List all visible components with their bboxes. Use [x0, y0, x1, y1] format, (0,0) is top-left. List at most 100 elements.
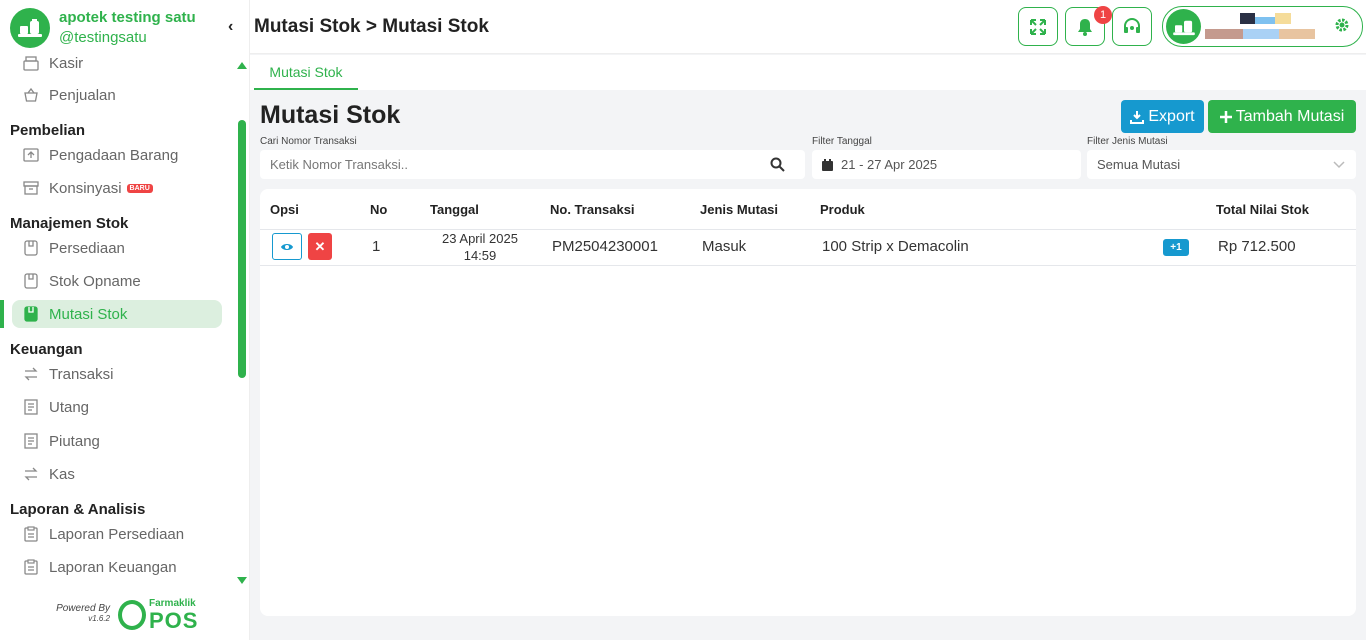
sidebar-item-stok-opname[interactable]: Stok Opname [12, 267, 222, 295]
column-header: Opsi [270, 202, 299, 217]
brand[interactable]: apotek testing satu @testingsatu [10, 8, 196, 48]
mutation-table: Opsi No Tanggal No. Transaksi Jenis Muta… [260, 189, 1356, 616]
sidebar-item-label: Kas [49, 465, 75, 483]
sidebar: apotek testing satu @testingsatu ‹ Kasir… [0, 0, 250, 640]
search-placeholder: Ketik Nomor Transaksi.. [270, 157, 408, 172]
sidebar-item-label: Utang [49, 398, 90, 416]
farmaklik-logo-icon [118, 600, 146, 630]
search-icon[interactable] [770, 157, 785, 172]
tab-mutasi-stok[interactable]: Mutasi Stok [254, 55, 358, 90]
fullscreen-button[interactable] [1018, 7, 1058, 46]
export-button[interactable]: Export [1121, 100, 1204, 133]
top-header: Mutasi Stok > Mutasi Stok 1 [250, 0, 1366, 54]
add-mutation-button[interactable]: Tambah Mutasi [1208, 100, 1356, 133]
notification-count-badge: 1 [1094, 6, 1112, 24]
header-divider [260, 229, 1356, 230]
column-header: No [370, 202, 388, 217]
sidebar-item-label: Stok Opname [49, 272, 141, 290]
column-header: No. Transaksi [550, 202, 635, 217]
store-name: apotek testing satu [59, 9, 196, 26]
date-filter-label: Filter Tanggal [812, 136, 872, 147]
sidebar-item-label: Persediaan [49, 239, 125, 257]
column-header: Produk [820, 202, 865, 217]
sidebar-item-label: Mutasi Stok [49, 305, 128, 323]
column-header: Tanggal [430, 202, 479, 217]
logo-text-bottom: POS [149, 608, 199, 633]
sidebar-item-transaksi[interactable]: Transaksi [12, 360, 222, 388]
date-filter-value: 21 - 27 Apr 2025 [841, 157, 938, 172]
row-date-time: 14:59 [463, 248, 497, 263]
close-icon: ✕ [314, 238, 326, 254]
row-total-stock-value: Rp 712.500 [1218, 238, 1296, 255]
procurement-icon [22, 146, 40, 164]
date-filter[interactable]: 21 - 27 Apr 2025 [812, 150, 1081, 179]
plus-icon [1219, 110, 1232, 123]
clipboard-icon [22, 558, 40, 576]
section-laporan-analisis: Laporan & Analisis [10, 501, 146, 518]
mutation-type-value: Semua Mutasi [1097, 157, 1181, 172]
mutation-type-select[interactable]: Semua Mutasi [1087, 150, 1356, 179]
scroll-down-arrow-icon[interactable] [237, 577, 247, 584]
sidebar-item-kasir[interactable]: Kasir [12, 52, 222, 77]
bell-icon [1078, 18, 1092, 36]
sidebar-item-label: Transaksi [49, 365, 114, 383]
cash-register-icon [22, 54, 40, 72]
stock-box-icon [22, 272, 40, 290]
farmaklik-pos-logo: Farmaklik POS [118, 598, 198, 632]
more-products-badge[interactable]: +1 [1163, 239, 1189, 256]
calendar-icon [822, 158, 833, 171]
row-no: 1 [372, 238, 381, 255]
profile-menu[interactable] [1162, 6, 1363, 47]
export-label: Export [1148, 107, 1195, 125]
sidebar-item-laporan-keuangan[interactable]: Laporan Keuangan [12, 553, 222, 581]
sidebar-scrollbar[interactable] [238, 120, 246, 378]
sidebar-item-konsinyasi[interactable]: Konsinyasi BARU [12, 174, 222, 202]
sidebar-item-label: Kasir [49, 54, 84, 72]
support-button[interactable] [1112, 7, 1152, 46]
row-date: 23 April 2025 14:59 [430, 230, 530, 264]
sidebar-item-mutasi-stok[interactable]: Mutasi Stok [12, 300, 222, 328]
store-handle: @testingsatu [59, 29, 147, 46]
search-label: Cari Nomor Transaksi [260, 136, 357, 147]
sidebar-item-label: Pengadaan Barang [49, 146, 179, 164]
column-header: Total Nilai Stok [1216, 202, 1309, 217]
download-icon [1130, 110, 1145, 124]
sidebar-item-laporan-persediaan[interactable]: Laporan Persediaan [12, 520, 222, 548]
add-mutation-label: Tambah Mutasi [1235, 107, 1345, 125]
gear-icon[interactable] [1334, 17, 1350, 33]
search-input[interactable]: Ketik Nomor Transaksi.. [260, 150, 805, 179]
section-keuangan: Keuangan [10, 341, 83, 358]
sidebar-item-penjualan[interactable]: Penjualan [12, 81, 222, 109]
type-filter-label: Filter Jenis Mutasi [1087, 136, 1168, 147]
sidebar-item-piutang[interactable]: Piutang [12, 427, 222, 455]
redacted-user-info [1205, 13, 1315, 39]
transfer-arrows-icon [22, 465, 40, 483]
stock-box-icon [22, 239, 40, 257]
sidebar-item-label: Laporan Keuangan [49, 558, 177, 576]
column-header: Jenis Mutasi [700, 202, 779, 217]
stock-box-icon [22, 305, 40, 323]
delete-button[interactable]: ✕ [308, 233, 332, 260]
sidebar-item-label: Penjualan [49, 86, 116, 104]
sidebar-item-kas[interactable]: Kas [12, 460, 222, 488]
receipt-icon [22, 432, 40, 450]
row-divider [260, 265, 1356, 266]
powered-by: Powered By v1.6.2 [50, 603, 110, 623]
notification-button[interactable]: 1 [1065, 6, 1112, 46]
scroll-up-arrow-icon[interactable] [237, 62, 247, 69]
row-mutation-type: Masuk [702, 238, 747, 255]
view-button[interactable] [272, 233, 302, 260]
collapse-sidebar-icon[interactable]: ‹ [228, 18, 233, 36]
store-logo-icon [10, 8, 50, 48]
sidebar-item-label: Piutang [49, 432, 100, 450]
sidebar-item-utang[interactable]: Utang [12, 393, 222, 421]
sidebar-item-label: Laporan Persediaan [49, 525, 185, 543]
row-transaction-number[interactable]: PM2504230001 [552, 238, 658, 255]
eye-icon [281, 243, 293, 250]
section-manajemen-stok: Manajemen Stok [10, 215, 129, 232]
sidebar-item-pengadaan-barang[interactable]: Pengadaan Barang [12, 141, 222, 169]
sidebar-item-persediaan[interactable]: Persediaan [12, 234, 222, 262]
row-product: 100 Strip x Demacolin [822, 238, 969, 255]
chevron-down-icon [1332, 157, 1346, 174]
app-version: v1.6.2 [88, 614, 110, 623]
